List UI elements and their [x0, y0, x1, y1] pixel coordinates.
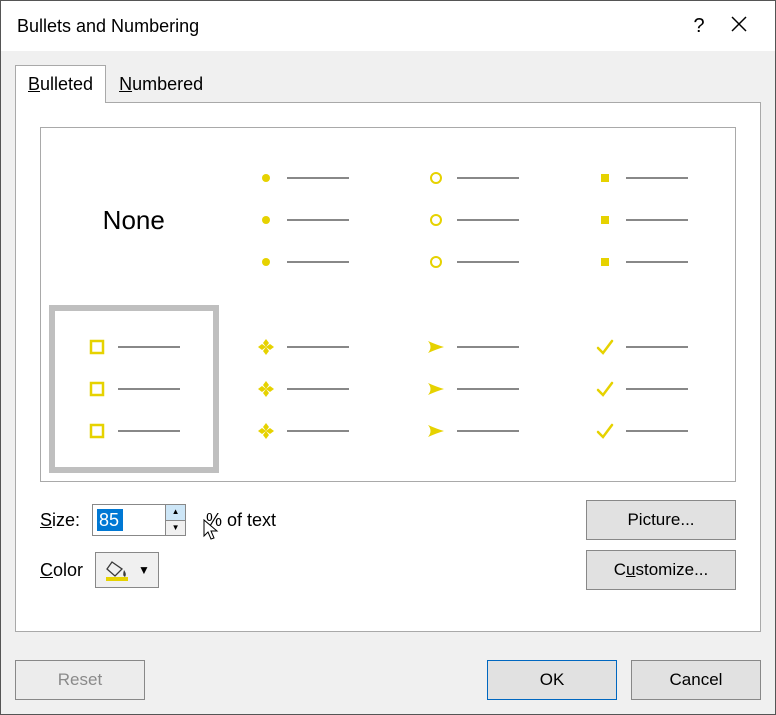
title-bar: Bullets and Numbering ? — [1, 1, 775, 51]
paint-bucket-icon — [104, 559, 132, 581]
bullet-option-check[interactable] — [558, 305, 728, 474]
dropdown-caret-icon: ▼ — [138, 563, 150, 577]
dot-filled-icon — [257, 169, 275, 187]
size-spinner[interactable]: ▲ ▼ — [92, 504, 186, 536]
size-row: Size: ▲ ▼ % of text — [40, 504, 566, 536]
size-increment[interactable]: ▲ — [166, 505, 185, 521]
reset-button: Reset — [15, 660, 145, 700]
circle-open-icon — [427, 169, 445, 187]
bullet-option-none[interactable]: None — [49, 136, 219, 305]
dialog-footer: Reset OK Cancel — [1, 646, 775, 714]
close-button[interactable] — [719, 15, 759, 38]
color-label: Color — [40, 560, 83, 581]
square-filled-icon — [596, 169, 614, 187]
cancel-button[interactable]: Cancel — [631, 660, 761, 700]
dialog-window: Bullets and Numbering ? Bulleted Numbere… — [0, 0, 776, 715]
bullet-option-arrow[interactable] — [388, 305, 558, 474]
size-suffix: % of text — [206, 510, 276, 531]
tab-numbered-rest: umbered — [132, 74, 203, 94]
tab-strip: Bulleted Numbered — [15, 65, 761, 103]
check-icon — [596, 338, 614, 356]
size-decrement[interactable]: ▼ — [166, 521, 185, 536]
controls-area: Size: ▲ ▼ % of text Picture... Color — [40, 500, 736, 590]
color-picker-button[interactable]: ▼ — [95, 552, 159, 588]
picture-button[interactable]: Picture... — [586, 500, 736, 540]
bullet-option-dot-filled[interactable] — [219, 136, 389, 305]
diamond-cluster-icon — [257, 338, 275, 356]
dialog-title: Bullets and Numbering — [17, 16, 679, 37]
bullet-option-circle-open[interactable] — [388, 136, 558, 305]
ok-button[interactable]: OK — [487, 660, 617, 700]
customize-button[interactable]: Customize... — [586, 550, 736, 590]
dialog-body: Bulleted Numbered None — [1, 51, 775, 646]
size-label: Size: — [40, 510, 80, 531]
bullet-option-square-filled[interactable] — [558, 136, 728, 305]
spin-buttons: ▲ ▼ — [165, 505, 185, 535]
tab-numbered[interactable]: Numbered — [106, 65, 216, 103]
tab-bulleted-rest: ulleted — [40, 74, 93, 94]
color-row: Color ▼ — [40, 552, 566, 588]
tab-panel: None — [15, 102, 761, 632]
tab-bulleted[interactable]: Bulleted — [15, 65, 106, 103]
square-open-icon — [88, 338, 106, 356]
arrow-icon — [427, 338, 445, 356]
help-button[interactable]: ? — [679, 15, 719, 38]
bullet-option-square-open[interactable] — [49, 305, 219, 474]
size-input[interactable] — [93, 505, 165, 535]
none-label: None — [103, 205, 165, 236]
bullet-style-grid: None — [40, 127, 736, 482]
bullet-option-diamond-cluster[interactable] — [219, 305, 389, 474]
